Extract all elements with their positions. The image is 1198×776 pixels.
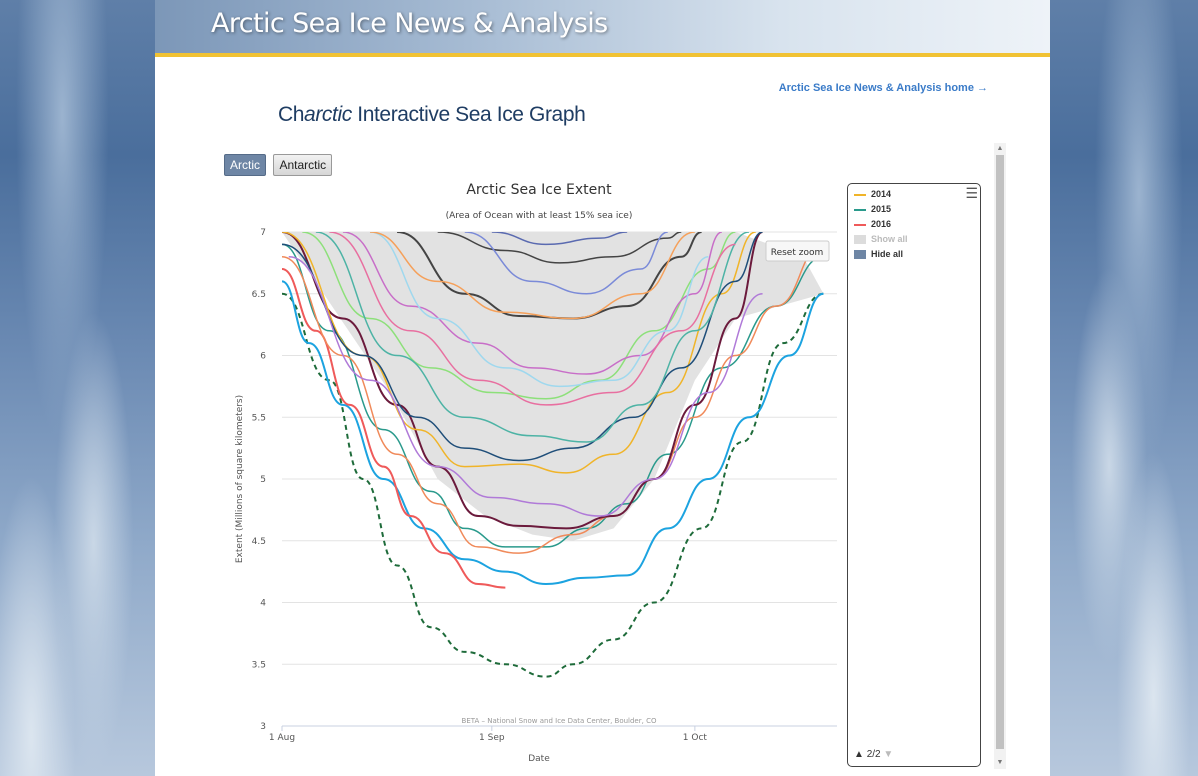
y-tick-label: 6.5 <box>252 290 266 300</box>
site-banner: Arctic Sea Ice News & Analysis <box>155 0 1050 57</box>
title-suffix: Interactive Sea Ice Graph <box>351 103 586 126</box>
x-tick-label: 1 Sep <box>479 733 505 743</box>
scroll-down-arrow-icon[interactable]: ▼ <box>994 757 1006 769</box>
chart-credit: BETA – National Snow and Ice Data Center… <box>462 717 657 725</box>
legend-item-2016[interactable]: 2016 <box>848 217 980 232</box>
legend-hide-all[interactable]: Hide all <box>848 247 980 262</box>
tab-antarctic[interactable]: Antarctic <box>273 154 333 176</box>
legend-item-2015[interactable]: 2015 <box>848 202 980 217</box>
legend-pager: ▲ 2/2 ▼ <box>854 749 893 760</box>
sea-ice-chart: Arctic Sea Ice Extent (Area of Ocean with… <box>235 182 837 764</box>
x-tick-label: 1 Aug <box>269 733 295 743</box>
x-tick-label: 1 Oct <box>683 733 708 743</box>
reset-zoom-label[interactable]: Reset zoom <box>771 248 824 258</box>
tab-arctic[interactable]: Arctic <box>224 154 266 176</box>
chart-subtitle: (Area of Ocean with at least 15% sea ice… <box>446 211 633 221</box>
legend-show-all[interactable]: Show all <box>848 232 980 247</box>
legend-swatch-2016 <box>854 223 866 226</box>
y-tick-label: 7 <box>260 228 266 238</box>
hemisphere-tabs: Arctic Antarctic <box>224 154 335 176</box>
hide-all-swatch <box>854 250 866 260</box>
home-link[interactable]: Arctic Sea Ice News & Analysis home → <box>779 82 988 94</box>
chart-title: Arctic Sea Ice Extent <box>466 182 612 198</box>
background-ice-left <box>0 0 156 776</box>
page-down-icon[interactable]: ▼ <box>883 749 893 760</box>
page-title: Charctic Interactive Sea Ice Graph <box>278 103 586 127</box>
hide-all-label: Hide all <box>871 249 904 259</box>
legend-panel: ☰ 2014 2015 2016 Show all Hide all ▲ 2/2… <box>847 183 981 767</box>
y-axis-title: Extent (Millions of square kilometers) <box>235 395 245 563</box>
legend-item-2014[interactable]: 2014 <box>848 187 980 202</box>
show-all-label: Show all <box>871 234 908 244</box>
y-tick-label: 3.5 <box>252 660 266 670</box>
legend-label-2016: 2016 <box>871 219 892 229</box>
y-tick-label: 3 <box>260 722 266 732</box>
show-all-swatch <box>854 235 866 245</box>
scrollbar-thumb[interactable] <box>996 155 1004 749</box>
legend-label-2014: 2014 <box>871 189 892 199</box>
legend-label-2015: 2015 <box>871 204 892 214</box>
y-tick-label: 4 <box>260 599 266 609</box>
legend-swatch-2015 <box>854 208 866 211</box>
pager-text: 2/2 <box>866 749 881 760</box>
y-tick-label: 5 <box>260 475 266 485</box>
y-tick-label: 4.5 <box>252 537 266 547</box>
x-axis-title: Date <box>528 754 550 764</box>
scroll-up-arrow-icon[interactable]: ▲ <box>994 143 1006 155</box>
background-ice-right <box>1050 0 1198 776</box>
page-container: Arctic Sea Ice News & Analysis Arctic Se… <box>155 0 1050 776</box>
page-up-icon[interactable]: ▲ <box>854 749 864 760</box>
legend-swatch-2014 <box>854 193 866 196</box>
site-title[interactable]: Arctic Sea Ice News & Analysis <box>211 8 608 39</box>
y-tick-label: 5.5 <box>252 413 266 423</box>
title-italic: arctic <box>304 103 352 126</box>
hamburger-menu-icon[interactable]: ☰ <box>965 186 978 200</box>
title-prefix: Ch <box>278 103 305 126</box>
y-tick-label: 6 <box>260 352 266 362</box>
vertical-scrollbar[interactable]: ▲ ▼ <box>994 143 1006 769</box>
